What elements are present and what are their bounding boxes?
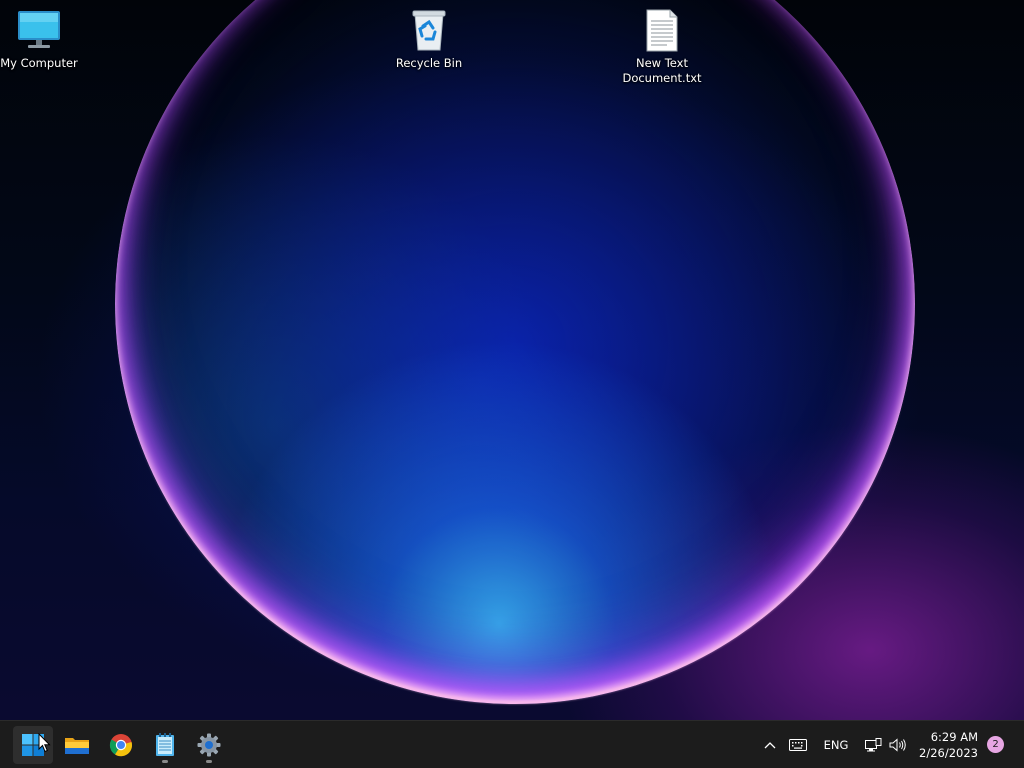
running-indicator [206,760,212,763]
keyboard-icon [789,739,807,751]
desktop-icon-label: New Text Document.txt [622,56,702,85]
gear-icon [197,733,221,757]
running-indicator [162,760,168,763]
network-icon [864,737,881,751]
clock-time: 6:29 AM [930,730,978,744]
wallpaper-orb-rim [115,0,915,704]
mouse-cursor-icon [38,733,51,753]
taskbar-file-explorer[interactable] [57,726,97,764]
desktop-icon-my-computer[interactable]: My Computer [0,8,81,71]
input-language-indicator[interactable]: ENG [818,733,854,757]
monitor-icon [18,11,60,48]
clock-date: 2/26/2023 [919,746,978,760]
notepad-icon [156,733,174,756]
chevron-up-icon [764,742,776,749]
desktop-icon-new-text-document[interactable]: New Text Document.txt [620,8,704,86]
show-hidden-icons-button[interactable] [760,733,780,757]
recycle-bin-icon [412,10,446,51]
text-document-icon [646,9,678,52]
notification-count-badge[interactable]: 2 [987,736,1004,753]
folder-icon [65,738,89,754]
volume-button[interactable] [888,733,908,757]
taskbar-settings[interactable] [189,726,229,764]
chrome-icon [109,734,133,757]
desktop-icon-label: Recycle Bin [395,56,463,70]
taskbar-notepad[interactable] [145,726,185,764]
taskbar-clock[interactable]: 6:29 AM 2/26/2023 [919,729,978,761]
touch-keyboard-button[interactable] [787,733,809,757]
taskbar: ENG 6:29 AM 2/26/2023 [0,720,1024,768]
desktop-wallpaper: My Computer Recycle Bin New Text Documen… [0,0,1024,720]
desktop-icon-recycle-bin[interactable]: Recycle Bin [387,8,471,71]
speaker-icon [889,738,906,752]
desktop-icon-label: My Computer [0,56,78,70]
network-status-button[interactable] [863,733,883,757]
taskbar-chrome[interactable] [101,726,141,764]
